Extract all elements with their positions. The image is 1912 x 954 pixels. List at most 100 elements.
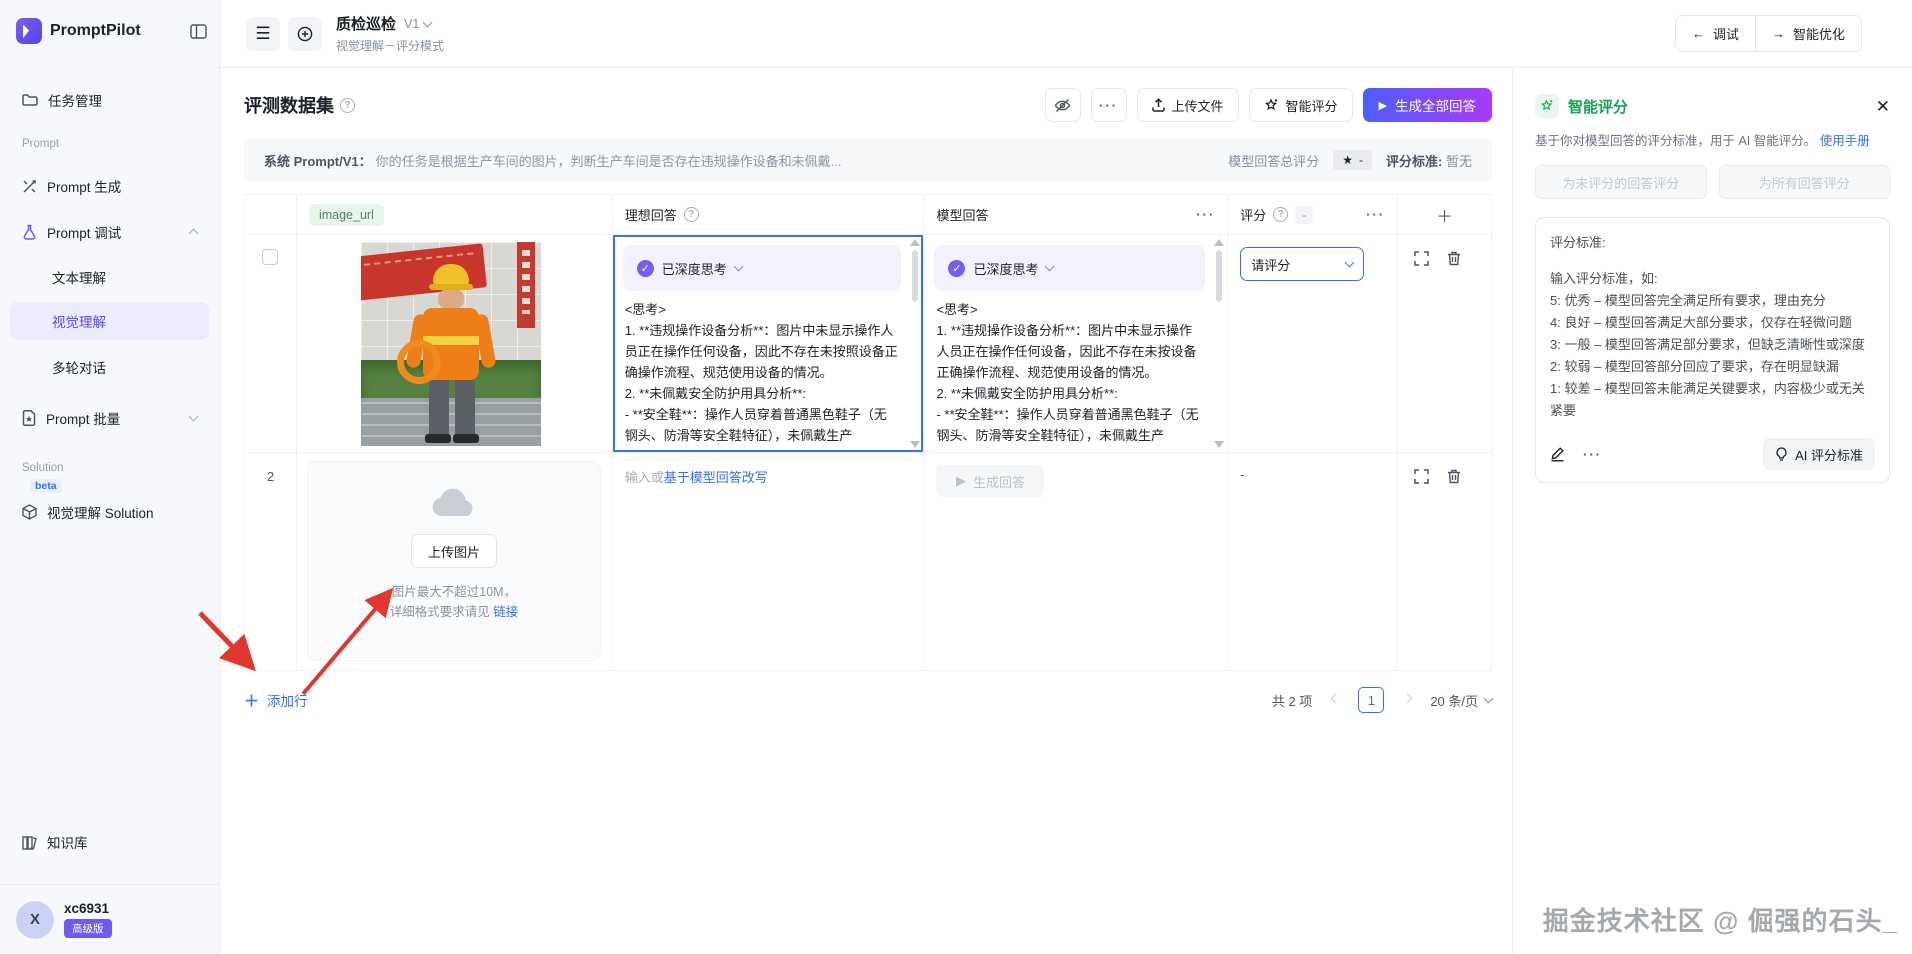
upload-image-button[interactable]: 上传图片 [411,534,497,568]
upload-file-button[interactable]: 上传文件 [1137,88,1239,122]
criteria-line: 5: 优秀 – 模型回答完全满足所有要求，理由充分 [1550,290,1875,312]
username: xc6931 [64,901,112,916]
doc-subtitle: 视觉理解－评分模式 [336,37,444,54]
system-prompt-bar[interactable]: 系统 Prompt/V1： 你的任务是根据生产车间的图片，判断生产车间是否存在违… [244,138,1492,182]
deep-think-label: 已深度思考 [973,259,1038,278]
info-icon: ? [340,98,355,113]
sidebar-collapse-icon[interactable] [190,24,207,39]
header-ideal-col[interactable]: 理想回答 ? [613,195,925,235]
version-select[interactable]: V1 [404,17,431,31]
generate-all-button[interactable]: ▶ 生成全部回答 [1363,88,1492,122]
next-page-button[interactable] [1394,687,1420,713]
ellipsis-icon[interactable]: ··· [1583,447,1602,462]
hide-columns-button[interactable] [1045,88,1081,122]
chevron-down-icon [733,262,743,272]
section-label-prompt: Prompt [22,138,59,150]
plus-circle-icon [297,26,313,42]
sidebar: PromptPilot 任务管理 Prompt Prompt 生成 Prompt… [0,0,220,954]
info-icon: ? [684,207,699,222]
new-version-button[interactable] [288,17,322,51]
manual-link[interactable]: 使用手册 [1820,134,1870,148]
user-area[interactable]: X xc6931 高级版 [0,884,219,954]
check-circle-icon: ✓ [637,260,654,277]
ellipsis-icon[interactable]: ··· [1196,207,1215,222]
chevron-down-icon [423,17,433,27]
expand-icon[interactable] [1414,251,1429,266]
eye-off-icon [1054,98,1071,113]
brand-logo-icon [16,18,42,44]
criteria-editor[interactable]: 评分标准: 输入评分标准，如: 5: 优秀 – 模型回答完全满足所有要求，理由充… [1535,217,1890,483]
deep-think-toggle[interactable]: ✓ 已深度思考 [934,245,1205,291]
header-image-col[interactable]: image_url [297,195,613,235]
upload-hint: 图片最大不超过10M， 详细格式要求请见 链接 [390,582,519,622]
sidebar-sub-multi-turn[interactable]: 多轮对话 [10,348,209,386]
model-answer-text[interactable]: <思考> 1. **违规操作设备分析**：图片中未显示操作人员正在操作任何设备，… [936,299,1203,446]
sidebar-item-tasks[interactable]: 任务管理 [10,80,209,120]
upload-dropzone[interactable]: 上传图片 图片最大不超过10M， 详细格式要求请见 链接 [307,461,601,661]
score-select[interactable]: 请评分 [1240,247,1364,281]
ellipsis-icon: ··· [1099,98,1118,113]
trash-icon[interactable] [1447,251,1461,266]
model-col-label: 模型回答 [936,205,988,224]
criteria-line: 2: 较弱 – 模型回答部分回应了要求，存在明显缺漏 [1550,356,1875,378]
play-icon: ▶ [1379,99,1387,112]
header-score-col[interactable]: 评分 ? - ··· [1228,195,1398,235]
star-sparkle-icon [1264,98,1279,113]
row2-ideal-cell[interactable]: 输入或基于模型回答改写 [613,453,925,671]
avatar: X [16,901,54,939]
expand-icon[interactable] [1414,469,1429,484]
debug-tab[interactable]: ← 调试 [1676,16,1755,51]
add-row-button[interactable]: ＋ 添加行 [244,690,308,711]
chevron-right-icon [1402,694,1412,704]
ideal-answer-text[interactable]: <思考> 1. **违规操作设备分析**：图片中未显示操作人员正在操作任何设备，… [625,299,900,446]
generate-answer-button[interactable]: ▶ 生成回答 [936,465,1044,497]
deep-think-toggle[interactable]: ✓ 已深度思考 [623,245,902,291]
smart-score-button[interactable]: 智能评分 [1249,88,1353,122]
format-link[interactable]: 链接 [493,605,518,619]
close-icon[interactable]: ✕ [1876,98,1890,115]
page-size-select[interactable]: 20 条/页 [1430,691,1492,710]
row1-model-cell[interactable]: ✓ 已深度思考 <思考> 1. **违规操作设备分析**：图片中未显示操作人员正… [924,235,1228,453]
score-empty-value: - [1228,453,1397,482]
score-all-button[interactable]: 为所有回答评分 [1719,165,1891,199]
folder-icon [22,93,38,107]
wand-icon [22,179,37,194]
ellipsis-icon[interactable]: ··· [1366,207,1385,222]
scrollbar[interactable] [1213,239,1225,448]
prev-page-button[interactable] [1322,687,1348,713]
row1-image-cell[interactable] [297,235,613,453]
more-button[interactable]: ··· [1091,88,1127,122]
criteria-label: 评分标准: [1386,154,1442,169]
scrollbar[interactable] [909,239,921,448]
scroll-thumb [912,250,918,302]
rewrite-link[interactable]: 基于模型回答改写 [664,470,768,485]
trash-icon[interactable] [1447,469,1461,484]
sidebar-item-vision-solution[interactable]: beta 视觉理解 Solution [10,492,209,532]
optimize-tab[interactable]: → 智能优化 [1755,16,1861,51]
sidebar-item-prompt-gen[interactable]: Prompt 生成 [10,166,209,206]
brick-wall [361,398,541,446]
row2-score-cell[interactable]: - [1228,453,1398,671]
optimize-tab-label: 智能优化 [1793,24,1845,43]
score-unscored-button[interactable]: 为未评分的回答评分 [1535,165,1707,199]
sidebar-sub-text-understanding[interactable]: 文本理解 [10,258,209,296]
current-page[interactable]: 1 [1358,687,1384,713]
row1-ideal-cell[interactable]: ✓ 已深度思考 <思考> 1. **违规操作设备分析**：图片中未显示操作人员正… [613,235,925,453]
generate-all-label: 生成全部回答 [1395,95,1476,115]
header-model-col[interactable]: 模型回答 ··· [924,195,1228,235]
sidebar-item-prompt-batch[interactable]: Prompt 批量 [10,398,209,438]
row-checkbox[interactable] [262,249,278,265]
sidebar-item-prompt-debug[interactable]: Prompt 调试 [10,212,209,252]
menu-button[interactable]: ☰ [246,17,280,51]
smart-score-panel: 智能评分 ✕ 基于你对模型回答的评分标准，用于 AI 智能评分。 使用手册 为未… [1512,68,1912,954]
criteria-line: 输入评分标准，如: [1550,268,1875,290]
debug-tab-label: 调试 [1713,24,1739,43]
section-label-solution: Solution [22,462,64,474]
ai-criteria-button[interactable]: AI 评分标准 [1763,438,1875,470]
edit-icon[interactable] [1550,446,1565,462]
chevron-down-icon [1484,694,1494,704]
total-score-pill[interactable]: ★ - [1333,150,1372,170]
header-add-col[interactable]: ＋ [1398,195,1492,235]
sidebar-sub-vision-understanding[interactable]: 视觉理解 [10,302,209,340]
sidebar-item-knowledge[interactable]: 知识库 [10,822,209,862]
